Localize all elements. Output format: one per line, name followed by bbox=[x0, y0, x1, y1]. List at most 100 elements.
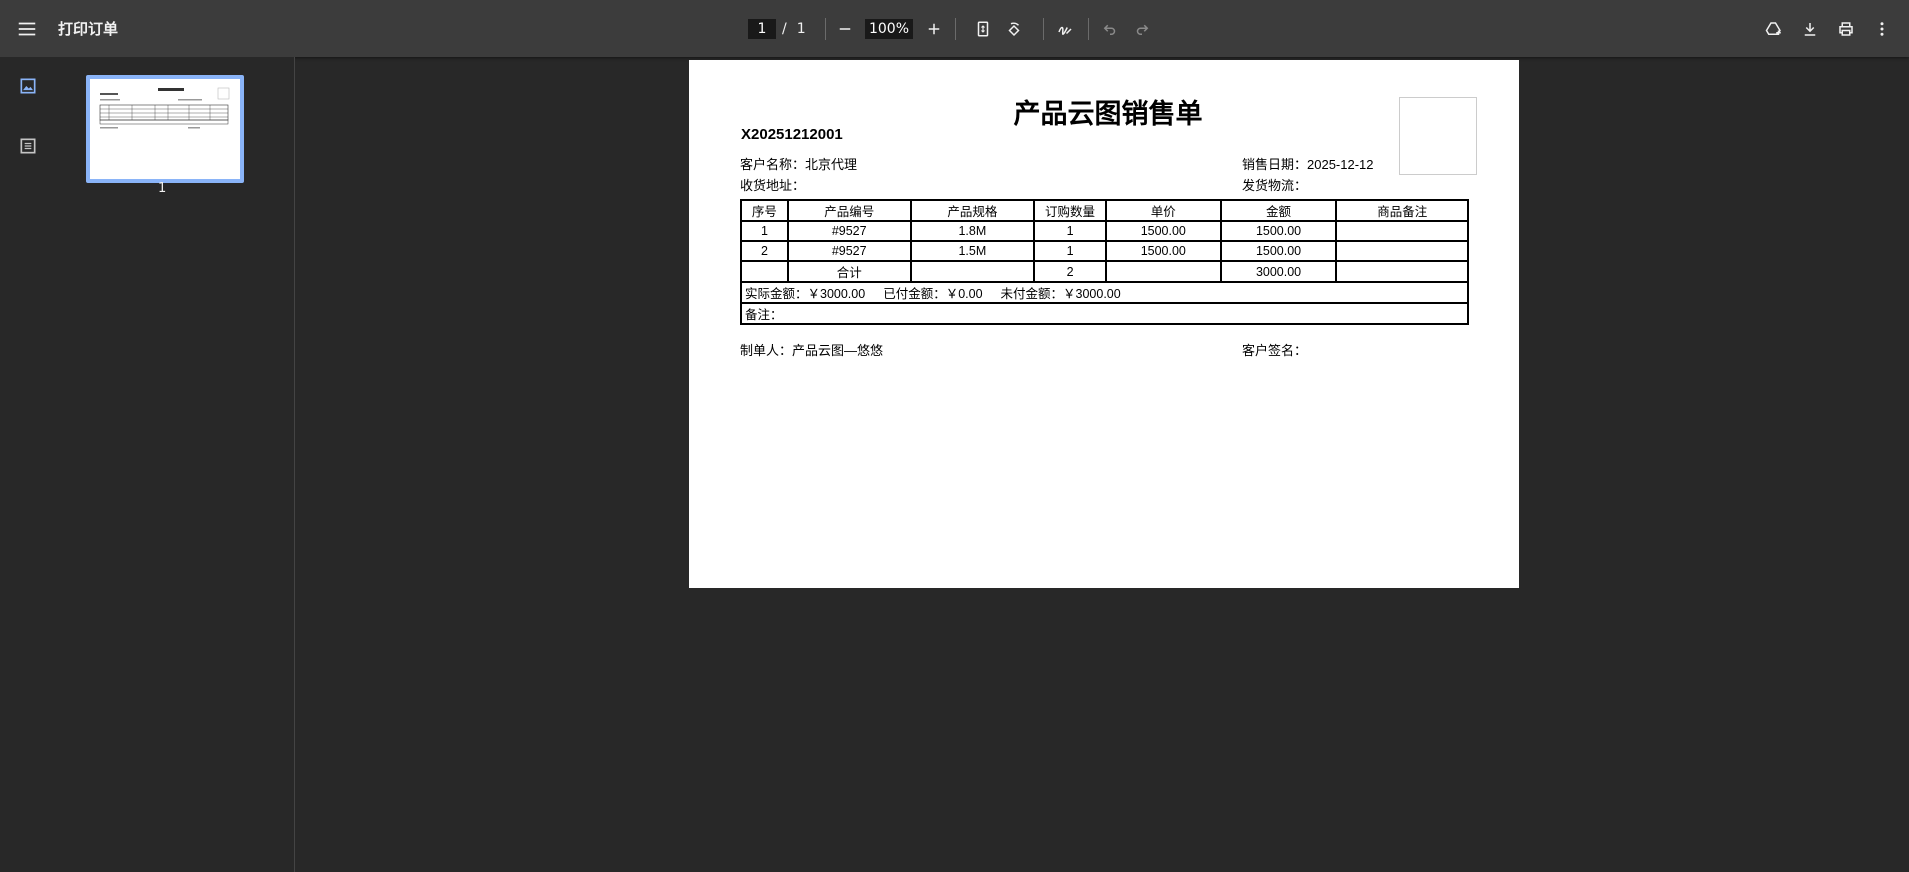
unpaid-amount: 未付金额：￥3000.00 bbox=[1000, 287, 1121, 301]
sale-date: 2025-12-12 bbox=[1307, 157, 1374, 172]
table-cell bbox=[1335, 220, 1469, 242]
table-cell: 1500.00 bbox=[1219, 220, 1338, 242]
total-amount: 3000.00 bbox=[1219, 260, 1338, 283]
annotate-button[interactable] bbox=[1051, 15, 1079, 43]
table-cell: 1 bbox=[1033, 240, 1107, 262]
table-cell bbox=[909, 260, 1036, 283]
toolbar-divider bbox=[1043, 18, 1044, 40]
rotate-button[interactable] bbox=[1000, 15, 1028, 43]
undo-button[interactable] bbox=[1096, 15, 1124, 43]
logistics-info: 发货物流： bbox=[1242, 175, 1307, 194]
outline-view-button[interactable] bbox=[18, 136, 38, 156]
sale-date-label: 销售日期： bbox=[1242, 157, 1308, 172]
table-cell bbox=[1335, 240, 1469, 262]
customer-name: 北京代理 bbox=[805, 157, 858, 172]
table-cell bbox=[1335, 260, 1469, 283]
table-cell: 1500.00 bbox=[1219, 240, 1338, 262]
table-cell: #9527 bbox=[786, 220, 912, 242]
total-label: 合计 bbox=[786, 260, 912, 283]
document-title: 打印订单 bbox=[58, 20, 119, 38]
maker-label: 制单人： bbox=[740, 343, 793, 358]
thumbnail-page-number: 1 bbox=[158, 181, 167, 196]
total-pages: 1 bbox=[796, 21, 806, 37]
table-cell: #9527 bbox=[786, 240, 912, 262]
toolbar-divider bbox=[955, 18, 956, 40]
thumbnail-preview bbox=[99, 87, 230, 129]
zoom-in-button[interactable] bbox=[920, 15, 948, 43]
thumbnail-sidebar: 1 bbox=[0, 57, 295, 872]
page-separator: / bbox=[782, 21, 787, 37]
order-number: X20251212001 bbox=[741, 126, 843, 143]
fit-page-button[interactable] bbox=[969, 15, 997, 43]
remark-label: 备注： bbox=[740, 302, 1469, 325]
more-options-button[interactable] bbox=[1868, 15, 1896, 43]
page-number-input[interactable] bbox=[748, 19, 776, 39]
zoom-control bbox=[865, 14, 913, 44]
table-cell: 2 bbox=[740, 240, 789, 262]
menu-icon[interactable] bbox=[16, 18, 38, 40]
customer-info: 客户名称：北京代理 bbox=[740, 154, 857, 173]
undo-icon bbox=[1103, 24, 1116, 35]
drive-add-icon bbox=[1765, 22, 1781, 35]
viewer-toolbar: 打印订单 / 1 bbox=[0, 0, 1909, 57]
page-navigation: / 1 bbox=[748, 14, 806, 44]
payment-summary: 实际金额：￥3000.00 已付金额：￥0.00 未付金额：￥3000.00 bbox=[740, 281, 1469, 304]
fit-page-icon bbox=[977, 21, 989, 37]
page-thumbnail[interactable] bbox=[86, 75, 244, 183]
list-icon bbox=[20, 138, 36, 154]
table-cell: 1500.00 bbox=[1104, 220, 1222, 242]
address-info: 收货地址： bbox=[740, 175, 805, 194]
toolbar-divider bbox=[1088, 18, 1089, 40]
maker-info: 制单人：产品云图—悠悠 bbox=[740, 340, 883, 359]
header-cell: 产品编号 bbox=[786, 199, 912, 222]
rotate-icon bbox=[1008, 22, 1020, 37]
table-cell: 1.5M bbox=[909, 240, 1036, 262]
header-cell: 单价 bbox=[1104, 199, 1222, 222]
total-quantity: 2 bbox=[1033, 260, 1107, 283]
header-cell: 订购数量 bbox=[1033, 199, 1107, 222]
table-cell: 1.8M bbox=[909, 220, 1036, 242]
header-cell: 序号 bbox=[740, 199, 789, 222]
table-row: 1 #9527 1.8M 1 1500.00 1500.00 bbox=[740, 220, 1469, 242]
save-to-drive-button[interactable] bbox=[1760, 15, 1788, 43]
table-cell: 1500.00 bbox=[1104, 240, 1222, 262]
remark-row: 备注： bbox=[740, 302, 1469, 325]
header-cell: 商品备注 bbox=[1335, 199, 1469, 222]
table-header-row: 序号 产品编号 产品规格 订购数量 单价 金额 商品备注 bbox=[740, 199, 1469, 222]
table-cell bbox=[740, 260, 789, 283]
download-button[interactable] bbox=[1796, 15, 1824, 43]
table-cell: 1 bbox=[1033, 220, 1107, 242]
table-cell: 1 bbox=[740, 220, 789, 242]
header-cell: 金额 bbox=[1219, 199, 1338, 222]
redo-button[interactable] bbox=[1128, 15, 1156, 43]
zoom-out-button[interactable] bbox=[831, 15, 859, 43]
table-row: 2 #9527 1.5M 1 1500.00 1500.00 bbox=[740, 240, 1469, 262]
signature-label: 客户签名： bbox=[1242, 343, 1308, 358]
address-label: 收货地址： bbox=[740, 178, 806, 193]
qr-code-placeholder bbox=[1399, 97, 1477, 175]
maker-name: 产品云图—悠悠 bbox=[792, 343, 884, 358]
sale-date-info: 销售日期：2025-12-12 bbox=[1242, 154, 1374, 173]
document-heading-text: 产品云图销售单 bbox=[1013, 99, 1203, 129]
logistics-label: 发货物流： bbox=[1242, 178, 1308, 193]
download-icon bbox=[1804, 23, 1816, 36]
pdf-page: 产品云图销售单 X20251212001 客户名称：北京代理 销售日期：2025… bbox=[689, 60, 1519, 588]
paid-amount: 已付金额：￥0.00 bbox=[883, 287, 983, 301]
table-cell bbox=[1104, 260, 1222, 283]
more-vert-icon bbox=[1880, 22, 1884, 36]
toolbar-divider bbox=[825, 18, 826, 40]
zoom-input[interactable] bbox=[865, 19, 913, 39]
table-total-row: 合计 2 3000.00 bbox=[740, 260, 1469, 283]
print-button[interactable] bbox=[1832, 15, 1860, 43]
customer-label: 客户名称： bbox=[740, 157, 806, 172]
print-icon bbox=[1839, 22, 1853, 36]
payment-summary-row: 实际金额：￥3000.00 已付金额：￥0.00 未付金额：￥3000.00 bbox=[740, 281, 1469, 304]
pen-icon bbox=[1058, 26, 1072, 35]
order-items-table: 序号 产品编号 产品规格 订购数量 单价 金额 商品备注 1 #9527 1.8… bbox=[740, 199, 1469, 325]
actual-amount: 实际金额：￥3000.00 bbox=[745, 287, 866, 301]
minus-icon bbox=[839, 28, 851, 30]
header-cell: 产品规格 bbox=[909, 199, 1036, 222]
thumbnails-view-button[interactable] bbox=[18, 76, 38, 96]
redo-icon bbox=[1136, 24, 1149, 35]
image-icon bbox=[20, 78, 36, 94]
